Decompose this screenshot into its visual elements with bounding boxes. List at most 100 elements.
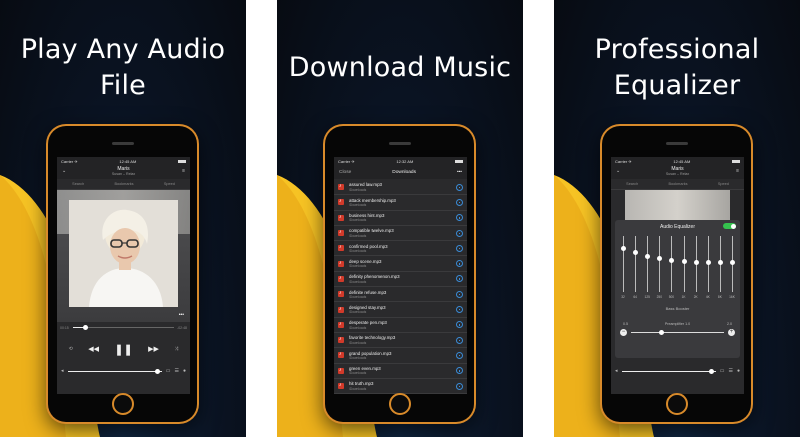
download-button-icon[interactable] xyxy=(456,229,463,237)
elapsed-time: 00:15 xyxy=(60,326,69,330)
playlist-icon[interactable]: ☰ xyxy=(174,368,178,374)
bass-booster-label[interactable]: Bass Booster xyxy=(615,306,740,311)
repeat-icon[interactable]: ⟲ xyxy=(69,346,73,352)
airplay-icon[interactable]: ▭ xyxy=(166,368,171,374)
preamp-knob[interactable] xyxy=(659,330,665,335)
home-button xyxy=(389,393,411,415)
eq-band-knob[interactable] xyxy=(621,245,626,251)
preamp-increase-button[interactable]: + xyxy=(728,329,735,336)
list-item[interactable]: attack membership.mp3/Downloads xyxy=(334,195,467,211)
download-button-icon[interactable] xyxy=(456,367,463,375)
battery-icon xyxy=(455,159,463,163)
list-item[interactable]: definite refuse.mp3/Downloads xyxy=(334,287,467,303)
playback-controls: ⟲ ◀◀ ❚❚ ▶▶ ⤨ xyxy=(57,334,190,364)
tab-bookmarks[interactable]: Bookmarks xyxy=(115,182,134,186)
shuffle-icon[interactable]: ⤨ xyxy=(174,346,178,352)
status-bar: Carrier ✈ 12:32 AM xyxy=(334,157,467,165)
volume-knob[interactable] xyxy=(154,368,160,374)
eq-band-track[interactable] xyxy=(671,236,673,292)
timeline-knob[interactable] xyxy=(82,325,88,330)
list-item[interactable]: assured law.mp3/Downloads xyxy=(334,180,467,196)
download-button-icon[interactable] xyxy=(456,382,463,390)
eq-band-label: 2K xyxy=(693,295,698,299)
airplay-icon[interactable]: ▭ xyxy=(720,368,725,374)
eq-band-track[interactable] xyxy=(647,236,649,292)
download-button-icon[interactable] xyxy=(456,351,463,359)
timeline-track[interactable] xyxy=(73,327,174,328)
download-button-icon[interactable] xyxy=(456,275,463,283)
download-button-icon[interactable] xyxy=(456,214,463,222)
menu-icon[interactable]: ≡ xyxy=(736,168,739,174)
download-button-icon[interactable] xyxy=(456,244,463,252)
chevron-down-icon[interactable]: ⌄ xyxy=(62,168,66,174)
music-file-icon xyxy=(338,306,344,313)
eq-band-knob[interactable] xyxy=(705,260,711,266)
home-button xyxy=(112,393,134,415)
download-button-icon[interactable] xyxy=(456,336,463,344)
eq-band-track[interactable] xyxy=(659,236,661,292)
tab-search[interactable]: Search xyxy=(626,182,638,186)
rewind-icon[interactable]: ◀◀ xyxy=(88,345,99,353)
list-item[interactable]: compatible twelve.mp3/Downloads xyxy=(334,226,467,242)
playlist-icon[interactable]: ☰ xyxy=(728,368,732,374)
downloads-title: Downloads xyxy=(392,169,416,175)
eq-band-knob[interactable] xyxy=(645,253,651,259)
forward-icon[interactable]: ▶▶ xyxy=(148,345,159,353)
list-item[interactable]: favorite technology.mp3/Downloads xyxy=(334,333,467,349)
list-item[interactable]: hit truth.mp3/Downloads xyxy=(334,379,467,394)
volume-icon: ◂ xyxy=(615,368,618,374)
eq-band-knob[interactable] xyxy=(693,260,699,266)
eq-band-knob[interactable] xyxy=(730,260,735,266)
download-button-icon[interactable] xyxy=(456,290,463,298)
more-icon[interactable]: ● xyxy=(183,368,186,374)
list-item[interactable]: grand population.mp3/Downloads xyxy=(334,348,467,364)
preamp-decrease-button[interactable]: − xyxy=(620,329,627,336)
volume-slider[interactable] xyxy=(621,368,716,374)
eq-band-track[interactable] xyxy=(635,236,637,292)
download-button-icon[interactable] xyxy=(456,198,463,206)
chevron-down-icon[interactable]: ⌄ xyxy=(616,168,620,174)
equalizer-toggle[interactable] xyxy=(723,223,736,229)
eq-band-label: 1K xyxy=(681,295,686,299)
list-item[interactable]: designed stay.mp3/Downloads xyxy=(334,302,467,318)
eq-band-knob[interactable] xyxy=(681,259,687,265)
list-item[interactable]: deep scene.mp3/Downloads xyxy=(334,256,467,272)
menu-icon[interactable]: ≡ xyxy=(182,168,185,174)
home-button xyxy=(666,393,688,415)
list-item[interactable]: business hint.mp3/Downloads xyxy=(334,211,467,226)
download-button-icon[interactable] xyxy=(456,321,463,329)
tab-search[interactable]: Search xyxy=(72,182,84,186)
file-path: /Downloads xyxy=(349,310,367,315)
volume-slider[interactable] xyxy=(67,368,162,374)
more-icon[interactable]: ● xyxy=(737,368,740,374)
eq-band-knob[interactable] xyxy=(669,258,675,264)
more-icon[interactable]: ••• xyxy=(179,312,184,318)
battery-icon xyxy=(732,159,740,163)
eq-band-track[interactable] xyxy=(623,236,624,292)
volume-knob[interactable] xyxy=(708,368,714,374)
close-button[interactable]: Close xyxy=(339,170,351,175)
download-button-icon[interactable] xyxy=(456,183,463,191)
track-title: Maris xyxy=(671,166,684,172)
battery-icon xyxy=(178,159,186,163)
list-item[interactable]: definity phenomenon.mp3/Downloads xyxy=(334,272,467,288)
tab-speed[interactable]: Speed xyxy=(718,182,729,186)
headline: Professional Equalizer xyxy=(554,32,800,104)
download-button-icon[interactable] xyxy=(456,260,463,268)
list-item[interactable]: desperate pen.mp3/Downloads xyxy=(334,318,467,333)
download-button-icon[interactable] xyxy=(456,306,463,314)
eq-band-knob[interactable] xyxy=(633,250,639,256)
pause-icon[interactable]: ❚❚ xyxy=(114,343,132,356)
list-item[interactable]: green even.mp3/Downloads xyxy=(334,364,467,379)
eq-band-knob[interactable] xyxy=(717,260,723,266)
playback-timeline[interactable]: 00:15 -02:48 xyxy=(57,322,190,334)
tab-bookmarks[interactable]: Bookmarks xyxy=(669,182,688,186)
file-path: /Downloads xyxy=(349,371,367,376)
eq-band-knob[interactable] xyxy=(657,255,663,261)
more-icon[interactable]: ••• xyxy=(457,170,462,175)
list-item[interactable]: confirmed pool.mp3/Downloads xyxy=(334,241,467,257)
file-path: /Downloads xyxy=(349,279,367,284)
tab-speed[interactable]: Speed xyxy=(164,182,175,186)
file-text: hit truth.mp3/Downloads xyxy=(344,381,456,390)
preamp-slider[interactable] xyxy=(631,332,724,333)
